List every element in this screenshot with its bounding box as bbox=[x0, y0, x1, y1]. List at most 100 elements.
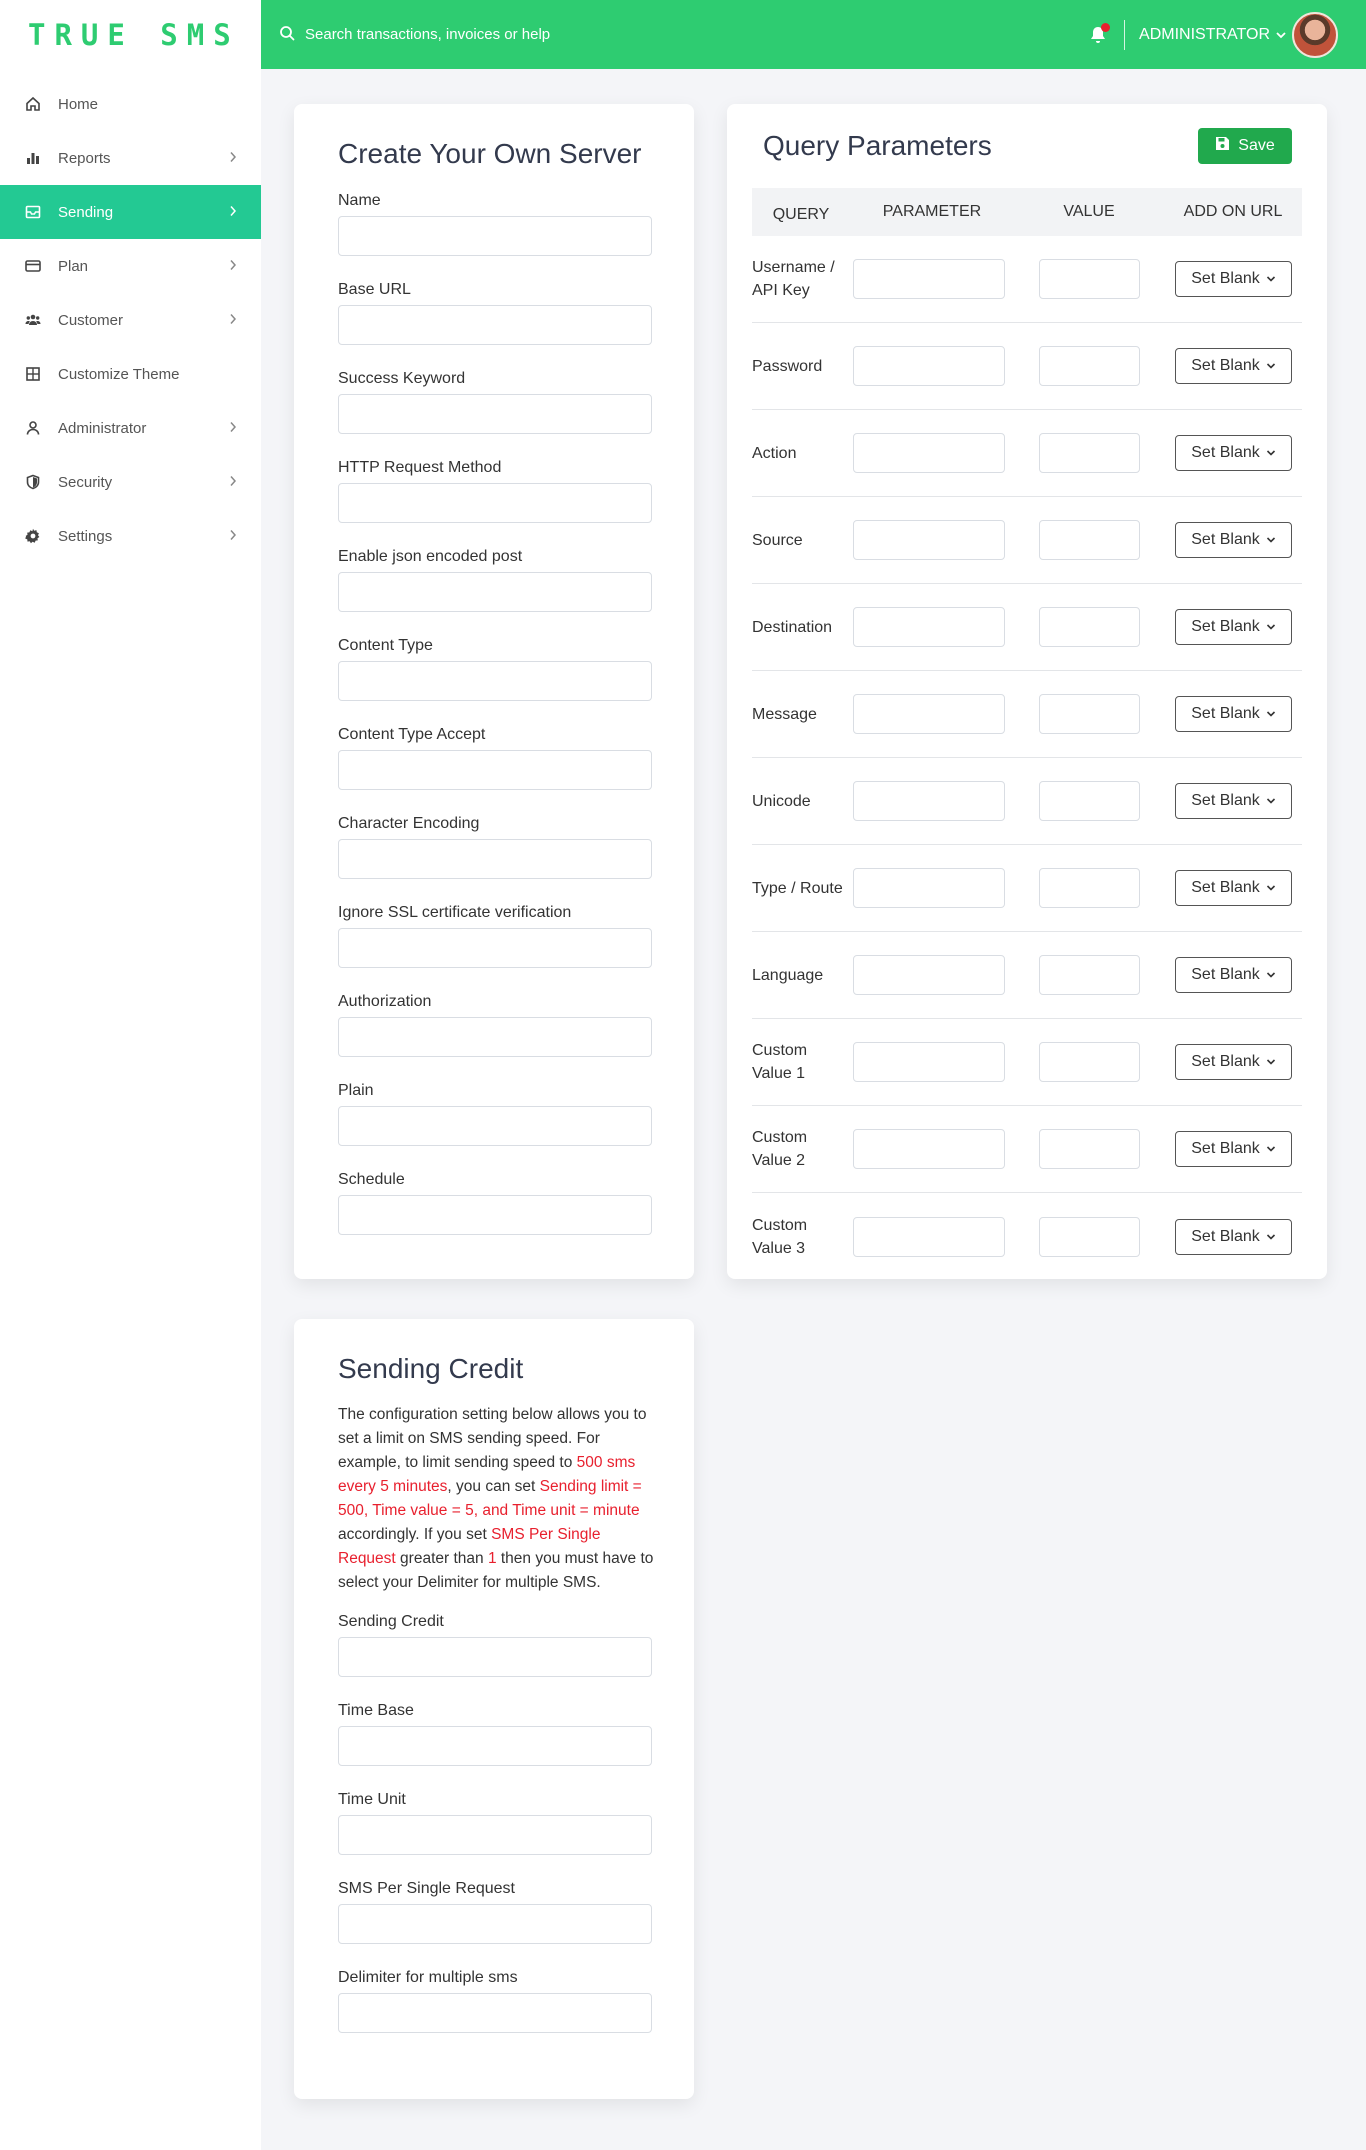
sending-credit-input[interactable] bbox=[338, 1637, 652, 1677]
parameter-input[interactable] bbox=[853, 868, 1005, 908]
sidebar-item-label: Security bbox=[58, 473, 113, 491]
chevron-right-icon bbox=[229, 420, 237, 436]
value-input[interactable] bbox=[1039, 607, 1140, 647]
content-type-accept-input[interactable] bbox=[338, 750, 652, 790]
parameter-input[interactable] bbox=[853, 433, 1005, 473]
grid-icon bbox=[24, 365, 42, 383]
value-cell bbox=[1039, 694, 1140, 734]
form-field-schedule: Schedule bbox=[338, 1167, 652, 1235]
table-row: Destination Set Blank bbox=[752, 584, 1302, 671]
value-cell bbox=[1039, 259, 1140, 299]
parameter-input[interactable] bbox=[853, 955, 1005, 995]
sidebar-item-home[interactable]: Home bbox=[0, 77, 261, 131]
delimiter-for-multiple-sms-input[interactable] bbox=[338, 1993, 652, 2033]
form-field-name: Name bbox=[338, 188, 652, 256]
set-blank-dropdown[interactable]: Set Blank bbox=[1175, 870, 1292, 906]
parameter-input[interactable] bbox=[853, 781, 1005, 821]
search-input[interactable] bbox=[305, 26, 805, 43]
value-input[interactable] bbox=[1039, 520, 1140, 560]
name-input[interactable] bbox=[338, 216, 652, 256]
parameter-input[interactable] bbox=[853, 346, 1005, 386]
parameter-cell bbox=[853, 346, 1005, 386]
form-field-character-encoding: Character Encoding bbox=[338, 811, 652, 879]
sidebar-item-administrator[interactable]: Administrator bbox=[0, 401, 261, 455]
parameter-input[interactable] bbox=[853, 1042, 1005, 1082]
sidebar-item-customize-theme[interactable]: Customize Theme bbox=[0, 347, 261, 401]
user-menu[interactable]: ADMINISTRATOR bbox=[1139, 26, 1286, 44]
add-on-url-cell: Set Blank bbox=[1175, 261, 1292, 297]
character-encoding-input[interactable] bbox=[338, 839, 652, 879]
chevron-right-icon bbox=[229, 312, 237, 328]
parameter-input[interactable] bbox=[853, 520, 1005, 560]
parameter-input[interactable] bbox=[853, 694, 1005, 734]
chevron-down-icon bbox=[1266, 792, 1276, 810]
time-base-input[interactable] bbox=[338, 1726, 652, 1766]
set-blank-dropdown[interactable]: Set Blank bbox=[1175, 783, 1292, 819]
notification-bell-icon[interactable] bbox=[1086, 22, 1111, 47]
field-label: Content Type bbox=[338, 637, 433, 654]
success-keyword-input[interactable] bbox=[338, 394, 652, 434]
set-blank-dropdown[interactable]: Set Blank bbox=[1175, 1044, 1292, 1080]
chevron-down-icon bbox=[1266, 618, 1276, 636]
set-blank-dropdown[interactable]: Set Blank bbox=[1175, 261, 1292, 297]
set-blank-dropdown[interactable]: Set Blank bbox=[1175, 1218, 1292, 1255]
value-input[interactable] bbox=[1039, 1216, 1140, 1257]
http-request-method-input[interactable] bbox=[338, 483, 652, 523]
field-label: Time Base bbox=[338, 1702, 414, 1719]
set-blank-label: Set Blank bbox=[1191, 1053, 1260, 1070]
sms-per-single-request-input[interactable] bbox=[338, 1904, 652, 1944]
set-blank-dropdown[interactable]: Set Blank bbox=[1175, 957, 1292, 993]
sidebar-item-security[interactable]: Security bbox=[0, 455, 261, 509]
sidebar-item-plan[interactable]: Plan bbox=[0, 239, 261, 293]
enable-json-encoded-post-input[interactable] bbox=[338, 572, 652, 612]
set-blank-dropdown[interactable]: Set Blank bbox=[1175, 609, 1292, 645]
add-on-url-cell: Set Blank bbox=[1175, 957, 1292, 993]
content-type-input[interactable] bbox=[338, 661, 652, 701]
form-field-content-type: Content Type bbox=[338, 633, 652, 701]
sidebar-item-sending[interactable]: Sending bbox=[0, 185, 261, 239]
value-input[interactable] bbox=[1039, 694, 1140, 734]
parameter-input[interactable] bbox=[853, 607, 1005, 647]
set-blank-dropdown[interactable]: Set Blank bbox=[1175, 348, 1292, 384]
description-text: greater than bbox=[395, 1550, 488, 1567]
parameter-input[interactable] bbox=[853, 1129, 1005, 1169]
value-input[interactable] bbox=[1039, 955, 1140, 995]
field-label: Character Encoding bbox=[338, 815, 480, 832]
set-blank-dropdown[interactable]: Set Blank bbox=[1175, 1131, 1292, 1167]
set-blank-dropdown[interactable]: Set Blank bbox=[1175, 522, 1292, 558]
time-unit-input[interactable] bbox=[338, 1815, 652, 1855]
brand-logo[interactable]: TRUE SMS bbox=[0, 0, 261, 69]
value-input[interactable] bbox=[1039, 868, 1140, 908]
set-blank-dropdown[interactable]: Set Blank bbox=[1175, 435, 1292, 471]
value-input[interactable] bbox=[1039, 1129, 1140, 1169]
search-icon bbox=[279, 25, 305, 45]
set-blank-dropdown[interactable]: Set Blank bbox=[1175, 696, 1292, 732]
set-blank-label: Set Blank bbox=[1191, 1140, 1260, 1157]
value-input[interactable] bbox=[1039, 433, 1140, 473]
parameter-cell bbox=[853, 607, 1005, 647]
schedule-input[interactable] bbox=[338, 1195, 652, 1235]
authorization-input[interactable] bbox=[338, 1017, 652, 1057]
parameter-input[interactable] bbox=[853, 1216, 1005, 1257]
value-input[interactable] bbox=[1039, 781, 1140, 821]
add-on-url-cell: Set Blank bbox=[1175, 1218, 1292, 1255]
ignore-ssl-certificate-verification-input[interactable] bbox=[338, 928, 652, 968]
sidebar-item-reports[interactable]: Reports bbox=[0, 131, 261, 185]
query-name: Custom Value 2 bbox=[752, 1129, 808, 1169]
query-name: Source bbox=[752, 531, 803, 549]
save-button[interactable]: Save bbox=[1198, 128, 1292, 164]
value-input[interactable] bbox=[1039, 346, 1140, 386]
query-name: Language bbox=[752, 966, 824, 984]
parameter-input[interactable] bbox=[853, 259, 1005, 299]
avatar[interactable] bbox=[1292, 11, 1338, 58]
query-name: Destination bbox=[752, 618, 833, 636]
value-input[interactable] bbox=[1039, 1042, 1140, 1082]
plain-input[interactable] bbox=[338, 1106, 652, 1146]
sidebar-item-label: Sending bbox=[58, 203, 114, 221]
sidebar-item-settings[interactable]: Settings bbox=[0, 509, 261, 563]
value-input[interactable] bbox=[1039, 259, 1140, 299]
base-url-input[interactable] bbox=[338, 305, 652, 345]
value-cell bbox=[1039, 520, 1140, 560]
form-field-time-base: Time Base bbox=[338, 1698, 652, 1766]
sidebar-item-customer[interactable]: Customer bbox=[0, 293, 261, 347]
